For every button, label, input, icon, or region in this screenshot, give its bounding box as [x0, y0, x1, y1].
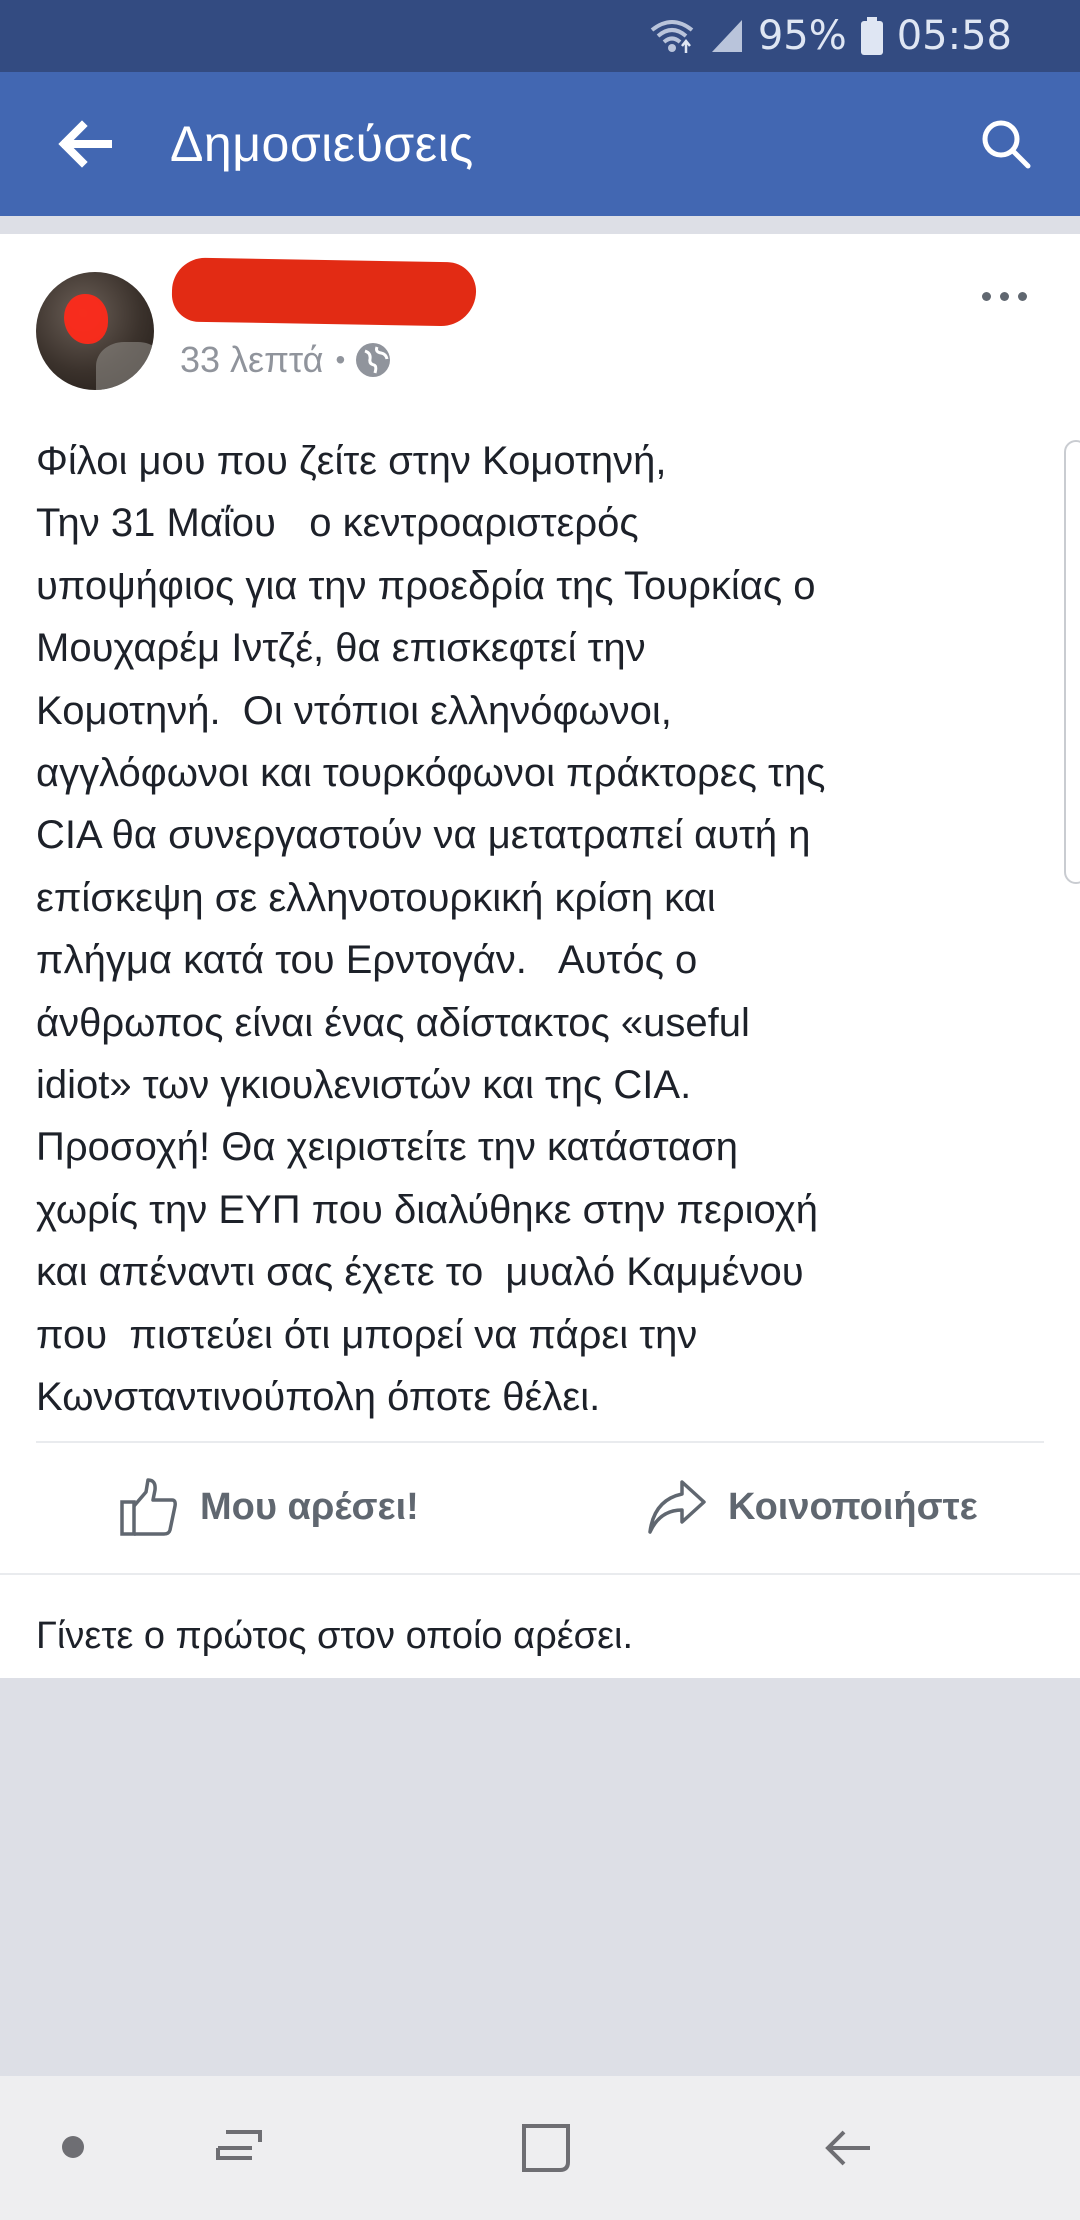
avatar-shoulder	[96, 342, 154, 390]
more-options-button[interactable]	[968, 276, 1040, 316]
battery-icon	[860, 17, 883, 55]
back-arrow-icon	[58, 120, 112, 168]
page-title: Δημοσιεύσεις	[170, 116, 474, 172]
thumbs-up-icon	[120, 1478, 177, 1536]
wifi-icon	[648, 16, 696, 56]
search-icon	[982, 120, 1031, 169]
divider	[36, 1441, 1044, 1443]
like-label: Μου αρέσει!	[200, 1485, 419, 1528]
meta-separator: •	[335, 344, 346, 375]
recents-button[interactable]	[212, 2122, 266, 2181]
scrollbar[interactable]	[1064, 440, 1080, 884]
likes-summary[interactable]: Γίνετε ο πρώτος στον οποίο αρέσει.	[36, 1612, 633, 1660]
back-icon	[825, 2130, 870, 2166]
post-meta: 33 λεπτά •	[180, 338, 391, 382]
home-icon	[522, 2124, 570, 2172]
more-dot-icon	[999, 291, 1009, 301]
clock: 05:58	[896, 13, 1012, 59]
post-body: Φίλοι μου που ζείτε στην Κομοτηνή, Την 3…	[36, 439, 826, 1420]
like-button[interactable]: Μου αρέσει!	[118, 1470, 419, 1544]
battery-percent: 95%	[757, 13, 847, 59]
search-button[interactable]	[976, 114, 1036, 174]
more-dot-icon	[1017, 291, 1027, 301]
share-button[interactable]: Κοινοποιήστε	[646, 1470, 978, 1544]
status-bar: 95% 05:58	[0, 0, 1080, 72]
more-dot-icon	[981, 291, 991, 301]
system-back-button[interactable]	[820, 2120, 876, 2181]
assistant-dot-icon[interactable]	[62, 2136, 84, 2158]
globe-icon	[356, 343, 391, 377]
back-button[interactable]	[52, 116, 116, 172]
post-time[interactable]: 33 λεπτά	[180, 338, 323, 382]
avatar[interactable]	[36, 272, 154, 390]
recents-icon	[216, 2130, 262, 2160]
app-bar: Δημοσιεύσεις	[0, 72, 1080, 216]
home-button[interactable]	[518, 2120, 574, 2181]
share-label: Κοινοποιήστε	[728, 1485, 978, 1528]
signal-icon	[710, 18, 744, 54]
avatar-redaction	[64, 294, 108, 344]
divider	[0, 1573, 1080, 1575]
author-name-redaction	[171, 257, 477, 327]
share-arrow-icon	[648, 1480, 706, 1534]
